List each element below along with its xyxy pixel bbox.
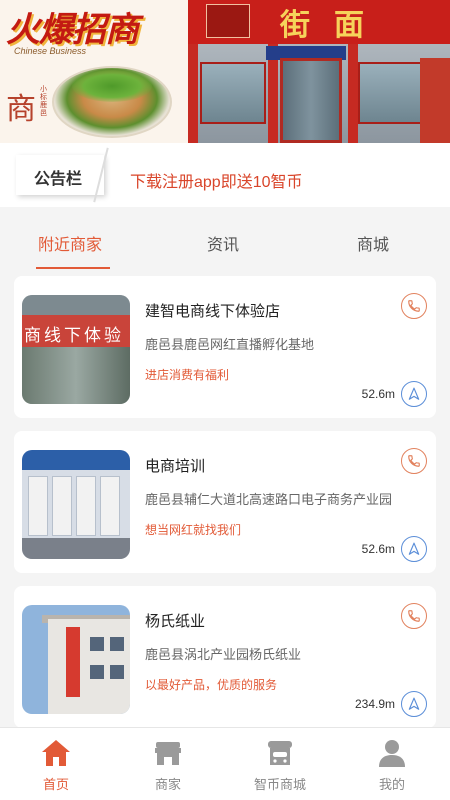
merchant-slogan: 想当网红就找我们 (145, 523, 242, 537)
merchant-address: 鹿邑县涡北产业园杨氏纸业 (145, 647, 302, 662)
notice-label: 公告栏 (34, 171, 83, 188)
navigate-button[interactable] (401, 691, 427, 717)
merchant-slogan: 进店消费有福利 (145, 368, 230, 382)
merchant-name: 建智电商线下体验店 (145, 303, 281, 320)
shop-sign-board: 街面 (188, 0, 450, 44)
merchant-thumbnail: 商线下体验 (22, 295, 130, 404)
navigation-arrow-icon (408, 697, 420, 710)
phone-icon (408, 610, 420, 622)
merchant-address: 鹿邑县辅仁大道北高速路口电子商务产业园 (145, 492, 393, 507)
active-tab-indicator (36, 267, 110, 269)
mall-icon (268, 741, 292, 765)
merchant-address: 鹿邑县鹿邑网红直播孵化基地 (145, 337, 315, 352)
seal-vertical-text: 小标鹿邑 (40, 86, 47, 117)
tab-news[interactable]: 资讯 (207, 231, 239, 255)
tab-nearby-merchants[interactable]: 附近商家 (38, 231, 102, 255)
banner-shop-photo: 街面 (188, 0, 450, 143)
nav-profile[interactable]: 我的 (336, 728, 448, 800)
merchant-distance: 52.6m (361, 387, 395, 401)
nav-merchants-label: 商家 (154, 777, 181, 792)
navigation-arrow-icon (408, 542, 420, 555)
shop-pillar (188, 44, 198, 143)
phone-icon (408, 300, 420, 312)
call-button[interactable] (401, 603, 427, 629)
shop-window (200, 62, 266, 124)
thumbnail-sign-text: 商线下体验 (24, 326, 124, 345)
promo-subtitle: Chinese Business (14, 46, 87, 56)
promo-title: 火爆招商 (6, 10, 139, 50)
bottom-navigation: 首页 商家 智币商城 我的 (0, 727, 450, 800)
home-icon (42, 740, 70, 766)
navigate-button[interactable] (401, 536, 427, 562)
merchant-name: 电商培训 (145, 458, 206, 475)
nav-coin-mall[interactable]: 智币商城 (224, 728, 336, 800)
seal-logo: 商 (6, 92, 36, 127)
store-icon (155, 742, 181, 765)
shop-side-banner (420, 58, 450, 143)
merchant-card[interactable]: 电商培训 鹿邑县辅仁大道北高速路口电子商务产业园 想当网红就找我们 52.6m (14, 431, 436, 573)
merchant-card[interactable]: 商线下体验 建智电商线下体验店 鹿邑县鹿邑网红直播孵化基地 进店消费有福利 52… (14, 276, 436, 418)
call-button[interactable] (401, 448, 427, 474)
notice-label-box: 公告栏 (16, 155, 104, 195)
notice-bar[interactable]: 公告栏 下载注册app即送10智币 (0, 143, 450, 207)
call-button[interactable] (401, 293, 427, 319)
shop-sign-text: 街面 (280, 8, 388, 43)
nav-merchants[interactable]: 商家 (112, 728, 224, 800)
shop-sign-logo (206, 4, 250, 38)
banner-food-panel: 火爆招商 Chinese Business 商 小标鹿邑 (0, 0, 188, 143)
bowl-greens (72, 70, 152, 102)
shop-pillar (348, 44, 358, 143)
merchant-name: 杨氏纸业 (145, 613, 206, 630)
user-icon (379, 740, 405, 767)
merchant-thumbnail (22, 450, 130, 559)
merchant-thumbnail (22, 605, 130, 714)
nav-home[interactable]: 首页 (0, 728, 112, 800)
notice-text[interactable]: 下载注册app即送10智币 (130, 168, 303, 192)
nav-home-label: 首页 (42, 777, 69, 792)
promo-banner[interactable]: 火爆招商 Chinese Business 商 小标鹿邑 街面 (0, 0, 450, 143)
navigate-button[interactable] (401, 381, 427, 407)
phone-icon (408, 455, 420, 467)
shop-window (358, 62, 424, 124)
category-tabs: 附近商家 资讯 商城 (0, 213, 450, 271)
nav-coin-mall-label: 智币商城 (253, 777, 306, 792)
navigation-arrow-icon (408, 387, 420, 400)
merchant-card[interactable]: 杨氏纸业 鹿邑县涡北产业园杨氏纸业 以最好产品，优质的服务 234.9m (14, 586, 436, 728)
nav-profile-label: 我的 (378, 777, 405, 792)
merchant-slogan: 以最好产品，优质的服务 (145, 678, 278, 692)
merchant-distance: 52.6m (361, 542, 395, 556)
tab-mall[interactable]: 商城 (357, 231, 389, 255)
merchant-distance: 234.9m (354, 697, 395, 711)
shop-door (280, 58, 342, 143)
